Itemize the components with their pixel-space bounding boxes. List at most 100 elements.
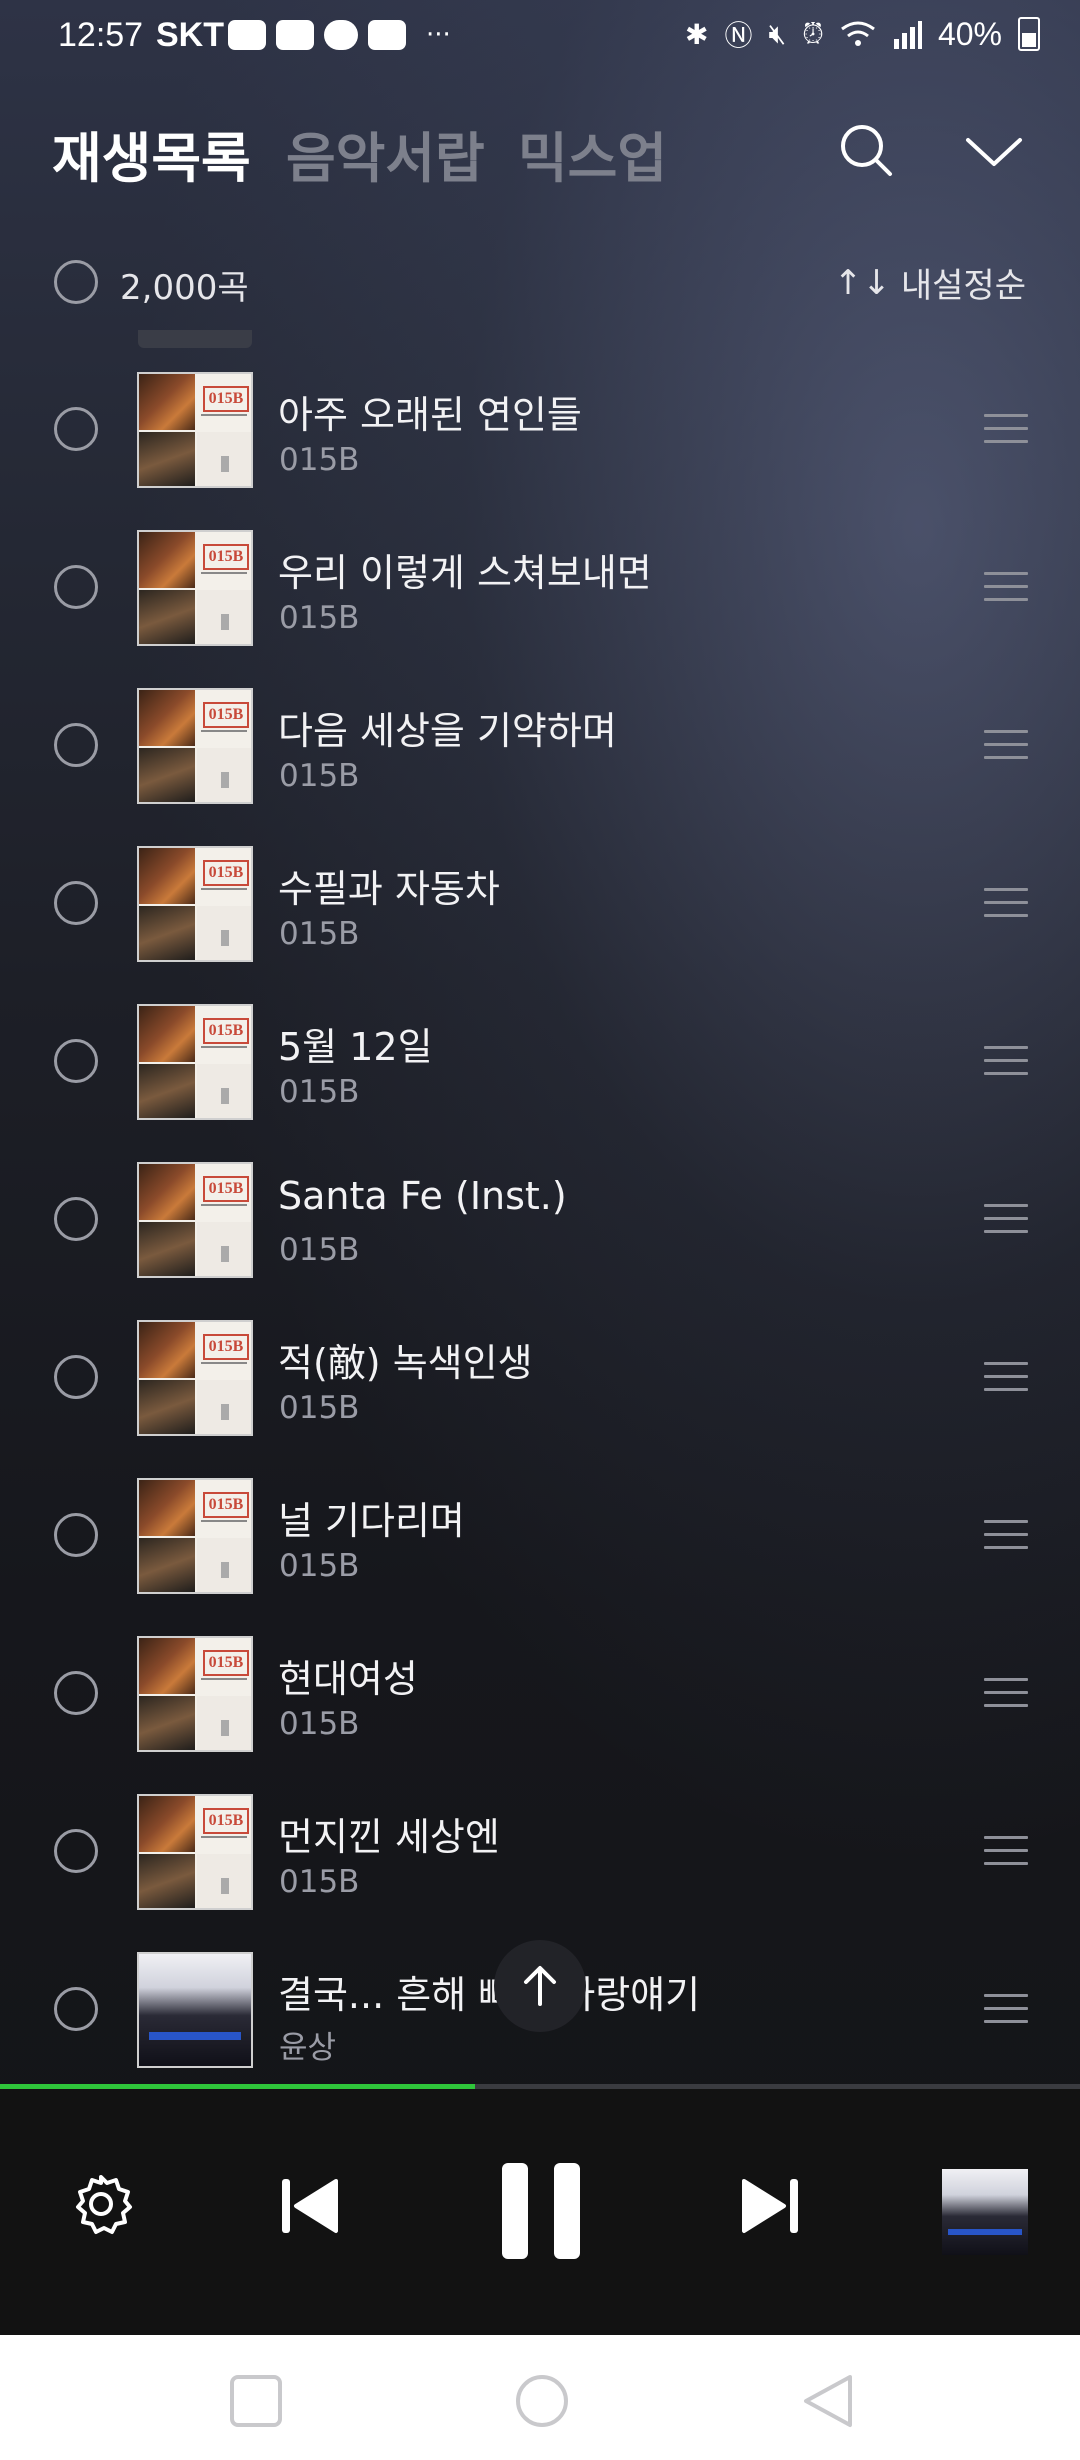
album-art-photo xyxy=(139,1796,195,1852)
collapse-button[interactable] xyxy=(958,116,1030,188)
song-select-checkbox[interactable] xyxy=(54,1987,98,2031)
song-title: 다음 세상을 기약하며 xyxy=(278,709,617,753)
song-row[interactable]: 015B 다음 세상을 기약하며 015B xyxy=(0,666,1080,824)
album-art-image xyxy=(139,1954,251,2066)
wifi-icon xyxy=(841,21,875,46)
tab-music-drawer[interactable]: 음악서랍 xyxy=(286,114,485,193)
album-logo: 015B xyxy=(203,386,249,412)
song-row[interactable]: 015B 적(敵) 녹색인생 015B xyxy=(0,1298,1080,1456)
previous-track-button[interactable] xyxy=(276,2173,342,2239)
song-row[interactable]: 015B 5월 12일 015B xyxy=(0,982,1080,1140)
album-art-photo xyxy=(139,1854,195,1908)
drag-handle-icon[interactable] xyxy=(984,1520,1028,1550)
album-art: 015B xyxy=(137,1478,253,1594)
song-row[interactable]: 015B 널 기다리며 015B xyxy=(0,1456,1080,1614)
song-row[interactable]: 015B 아주 오래된 연인들 015B xyxy=(0,350,1080,508)
search-button[interactable] xyxy=(830,116,902,188)
status-carrier: SKT xyxy=(156,16,224,54)
now-playing-album-art[interactable] xyxy=(942,2169,1028,2255)
arrow-up-icon xyxy=(524,1966,556,2006)
youtube-icon xyxy=(228,20,266,50)
status-bar: 12:57 SKT ··· ✱ Ⓝ 🔇︎ ⏰︎ 40% xyxy=(0,0,1080,76)
album-art-photo xyxy=(139,1064,195,1118)
album-art-photo xyxy=(139,1480,195,1536)
song-artist: 015B xyxy=(279,758,360,794)
album-art-stripe xyxy=(149,2032,241,2040)
status-time: 12:57 xyxy=(58,16,144,54)
album-art-photo xyxy=(139,1380,195,1434)
signal-icon xyxy=(893,21,922,49)
song-select-checkbox[interactable] xyxy=(54,1671,98,1715)
drag-handle-icon[interactable] xyxy=(984,572,1028,602)
sort-button[interactable]: ↑↓ 내설정순 xyxy=(834,258,1026,307)
song-select-checkbox[interactable] xyxy=(54,1513,98,1557)
pause-button[interactable] xyxy=(496,2161,586,2261)
album-handwriting xyxy=(201,888,247,890)
drag-handle-icon[interactable] xyxy=(984,1678,1028,1708)
gear-icon xyxy=(76,2175,132,2234)
sort-icon: ↑↓ xyxy=(833,262,891,303)
album-logo: 015B xyxy=(203,1018,249,1044)
app-notification-icon xyxy=(276,20,314,50)
notification-icons: ··· xyxy=(228,20,451,50)
drag-handle-icon[interactable] xyxy=(984,1046,1028,1076)
tab-mixup[interactable]: 믹스업 xyxy=(518,114,667,193)
drag-handle-icon[interactable] xyxy=(984,414,1028,444)
song-select-checkbox[interactable] xyxy=(54,881,98,925)
album-handwriting xyxy=(201,1204,247,1206)
drag-handle-icon[interactable] xyxy=(984,730,1028,760)
album-art-image xyxy=(942,2169,1028,2255)
album-art: 015B xyxy=(137,846,253,962)
song-artist: 015B xyxy=(279,1548,360,1584)
song-title: 널 기다리며 xyxy=(278,1499,465,1543)
album-art-photo xyxy=(139,1538,195,1592)
album-handwriting xyxy=(201,414,247,416)
album-art-photo xyxy=(139,1322,195,1378)
album-art: 015B xyxy=(137,1162,253,1278)
drag-handle-icon[interactable] xyxy=(984,1362,1028,1392)
album-art-panel xyxy=(197,1380,251,1434)
sort-label: 내설정순 xyxy=(900,266,1026,306)
song-row[interactable]: 015B 우리 이렇게 스쳐보내면 015B xyxy=(0,508,1080,666)
song-select-checkbox[interactable] xyxy=(54,1197,98,1241)
home-button[interactable] xyxy=(514,2373,570,2429)
song-title: 적(敵) 녹색인생 xyxy=(278,1341,533,1385)
album-art-panel xyxy=(197,432,251,486)
drag-handle-icon[interactable] xyxy=(984,1836,1028,1866)
back-button[interactable] xyxy=(800,2373,856,2429)
recent-apps-button[interactable] xyxy=(228,2373,284,2429)
album-logo: 015B xyxy=(203,1808,249,1834)
album-art-panel xyxy=(197,1222,251,1276)
mute-icon: 🔇︎ xyxy=(768,17,787,49)
song-row[interactable]: 015B 현대여성 015B xyxy=(0,1614,1080,1772)
song-select-checkbox[interactable] xyxy=(54,1829,98,1873)
scroll-to-top-button[interactable] xyxy=(494,1940,586,2032)
song-row[interactable]: 015B 수필과 자동차 015B xyxy=(0,824,1080,982)
recent-apps-icon xyxy=(230,2375,282,2427)
song-row[interactable]: 015B 먼지낀 세상엔 015B xyxy=(0,1772,1080,1930)
album-handwriting xyxy=(201,572,247,574)
more-notifications-icon: ··· xyxy=(426,20,451,50)
battery-percent: 40% xyxy=(937,15,1002,52)
song-select-checkbox[interactable] xyxy=(54,1039,98,1083)
chevron-down-icon xyxy=(966,138,1022,166)
song-select-checkbox[interactable] xyxy=(54,723,98,767)
tab-playlist[interactable]: 재생목록 xyxy=(52,114,251,193)
drag-handle-icon[interactable] xyxy=(984,1994,1028,2024)
song-title: 5월 12일 xyxy=(278,1025,433,1069)
song-list[interactable]: 015B 아주 오래된 연인들 015B 015B 우리 이렇게 스쳐보내면 015B 01… xyxy=(0,330,1080,2080)
next-track-button[interactable] xyxy=(738,2173,804,2239)
system-nav-bar xyxy=(0,2335,1080,2460)
song-count: 2,000곡 xyxy=(120,268,249,308)
select-all-checkbox[interactable] xyxy=(54,260,98,304)
album-art-photo xyxy=(139,1006,195,1062)
song-select-checkbox[interactable] xyxy=(54,565,98,609)
drag-handle-icon[interactable] xyxy=(984,888,1028,918)
song-select-checkbox[interactable] xyxy=(54,407,98,451)
settings-button[interactable] xyxy=(66,2169,136,2239)
song-row[interactable]: 015B Santa Fe (Inst.) 015B xyxy=(0,1140,1080,1298)
selection-bar: 2,000곡 ↑↓ 내설정순 xyxy=(0,250,1080,316)
song-select-checkbox[interactable] xyxy=(54,1355,98,1399)
album-handwriting xyxy=(201,1678,247,1680)
drag-handle-icon[interactable] xyxy=(984,1204,1028,1234)
